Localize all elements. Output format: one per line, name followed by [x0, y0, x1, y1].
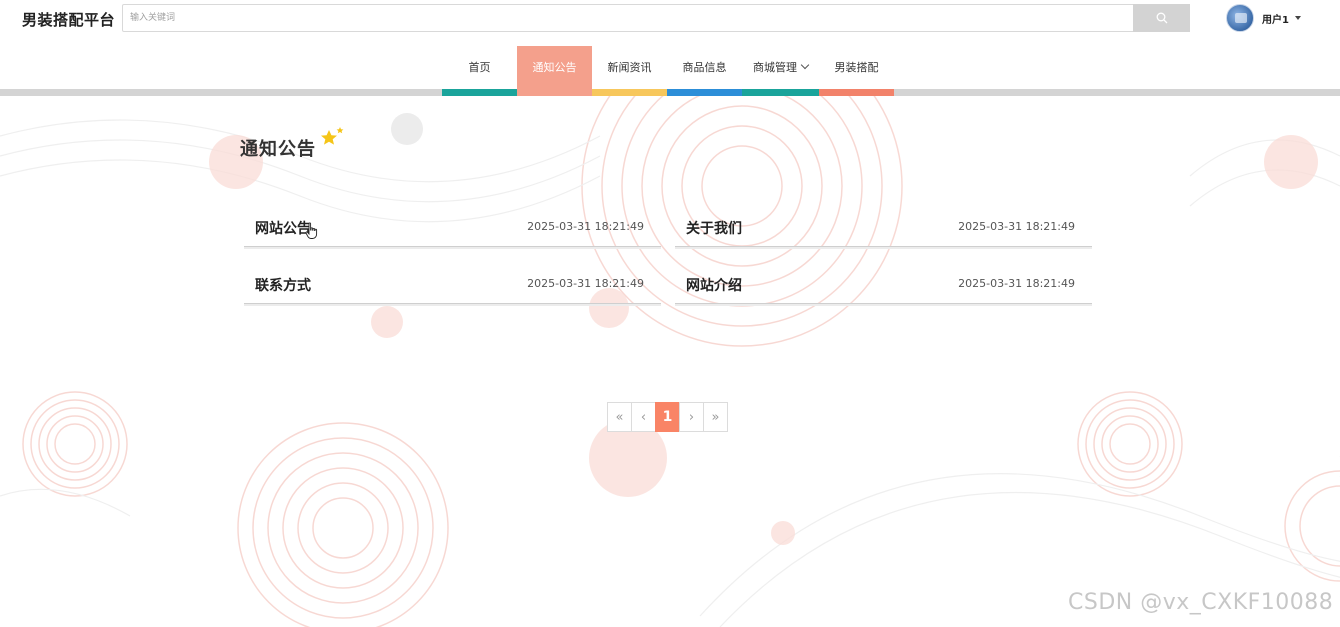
nav-item-products[interactable]: 商品信息 [667, 46, 742, 96]
main-content: 通知公告 网站公告 2025-03-31 18:21:49 关于我们 2025-… [0, 96, 1340, 627]
nav-item-label: 商品信息 [682, 61, 727, 74]
nav-item-label: 新闻资讯 [607, 61, 652, 74]
first-page-button[interactable]: « [607, 402, 632, 432]
hand-cursor-icon [305, 222, 318, 239]
notice-time: 2025-03-31 18:21:49 [527, 277, 644, 290]
nav-item-outfits[interactable]: 男装搭配 [819, 46, 894, 96]
notice-time: 2025-03-31 18:21:49 [958, 277, 1075, 290]
search-bar [122, 4, 1190, 32]
nav-item-label: 通知公告 [532, 61, 577, 74]
nav-accent-bar [742, 89, 819, 96]
nav-item-news[interactable]: 新闻资讯 [592, 46, 667, 96]
nav-accent-bar [517, 89, 592, 96]
avatar[interactable] [1226, 4, 1254, 32]
watermark: CSDN @vx_CXKF10088 [1068, 590, 1334, 615]
chevron-down-icon[interactable] [1294, 16, 1301, 20]
user-menu[interactable]: 用户1 [1226, 4, 1301, 32]
main-nav: 首页 通知公告 新闻资讯 商品信息 商城管理 男装搭配 [0, 46, 1340, 96]
nav-item-notices[interactable]: 通知公告 [517, 46, 592, 96]
current-page-button[interactable]: 1 [655, 402, 680, 432]
notice-title[interactable]: 网站公告 [255, 218, 311, 238]
nav-item-label: 首页 [468, 61, 491, 74]
notice-item[interactable]: 关于我们 2025-03-31 18:21:49 [675, 204, 1092, 249]
nav-item-home[interactable]: 首页 [442, 46, 517, 96]
last-page-button[interactable]: » [703, 402, 728, 432]
notice-title[interactable]: 网站介绍 [686, 275, 742, 295]
notice-time: 2025-03-31 18:21:49 [527, 220, 644, 233]
notice-item[interactable]: 网站介绍 2025-03-31 18:21:49 [675, 261, 1092, 306]
notice-title[interactable]: 关于我们 [686, 218, 742, 238]
top-bar: 男装搭配平台 用户1 [0, 0, 1340, 46]
next-page-button[interactable]: › [679, 402, 704, 432]
nav-accent-bar [592, 89, 667, 96]
page-title: 通知公告 [240, 139, 316, 160]
prev-page-button[interactable]: ‹ [631, 402, 656, 432]
nav-item-label: 男装搭配 [834, 61, 879, 74]
nav-accent-bar [667, 89, 742, 96]
site-logo-text[interactable]: 男装搭配平台 [22, 9, 115, 30]
pagination: « ‹ 1 › » [607, 402, 728, 432]
search-button[interactable] [1133, 4, 1190, 32]
nav-accent-bar [442, 89, 517, 96]
star-icon [321, 127, 344, 145]
nav-accent-bar [819, 89, 894, 96]
chevron-down-icon [800, 60, 810, 70]
nav-item-label: 商城管理 [753, 61, 797, 74]
notice-time: 2025-03-31 18:21:49 [958, 220, 1075, 233]
notice-title[interactable]: 联系方式 [255, 275, 311, 295]
nav-item-mall-management[interactable]: 商城管理 [742, 46, 819, 96]
search-icon [1156, 12, 1167, 24]
notice-item[interactable]: 联系方式 2025-03-31 18:21:49 [244, 261, 661, 306]
username[interactable]: 用户1 [1262, 11, 1289, 26]
search-input[interactable] [123, 5, 1133, 31]
